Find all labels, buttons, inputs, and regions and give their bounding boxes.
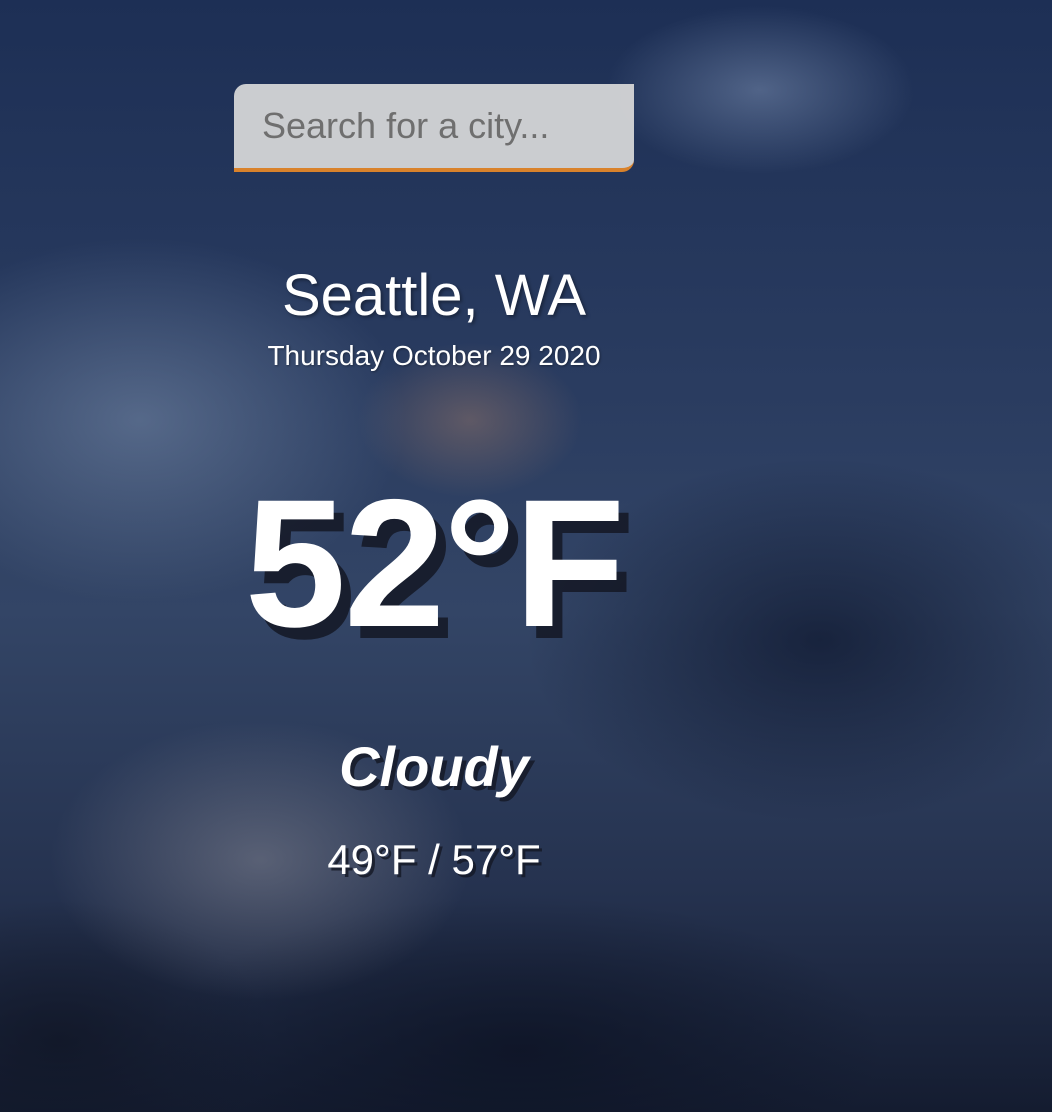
city-search-input[interactable] [234,84,634,172]
current-date: Thursday October 29 2020 [267,340,601,371]
current-temperature: 52°F [244,461,625,665]
weather-condition: Cloudy [339,735,529,798]
temperature-range: 49°F / 57°F [327,836,541,883]
city-name: Seattle, WA [281,263,587,328]
